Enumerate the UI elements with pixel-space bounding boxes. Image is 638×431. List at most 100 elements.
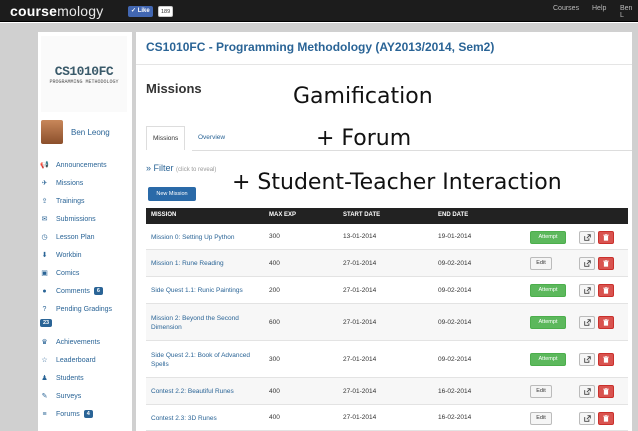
trash-icon <box>603 388 609 395</box>
attempt-button[interactable]: Attempt <box>530 353 566 366</box>
filter-toggle[interactable]: » Filter (click to reveal) <box>146 163 216 173</box>
table-row: Mission 2: Beyond the Second Dimension 60… <box>146 304 628 341</box>
new-mission-button[interactable]: New Mission <box>148 187 196 201</box>
mission-name-link[interactable]: Mission 2: Beyond the Second Dimension <box>151 314 263 332</box>
brand-logo[interactable]: coursemology <box>10 3 103 19</box>
sidebar-item-label: Forums <box>56 410 80 418</box>
sidebar-item-workbin[interactable]: ⬇ Workbin <box>40 248 130 262</box>
avatar <box>41 120 63 144</box>
sidebar-item-label: Lesson Plan <box>56 233 95 241</box>
col-end-date: END DATE <box>438 212 469 218</box>
sidebar-item-comments[interactable]: ● Comments 6 <box>40 284 130 298</box>
nav-courses[interactable]: Courses <box>553 5 579 12</box>
table-header: MISSION MAX EXP START DATE END DATE <box>146 208 628 224</box>
external-link-button[interactable] <box>579 411 595 425</box>
sidebar-item-students[interactable]: ♟ Students <box>40 371 130 385</box>
picture-icon: ▣ <box>41 270 48 277</box>
start-date-value: 27-01-2014 <box>343 259 377 267</box>
envelope-icon: ✉ <box>41 216 48 223</box>
user-profile[interactable]: Ben Leong <box>41 116 127 148</box>
external-link-button[interactable] <box>579 353 595 366</box>
external-link-button[interactable] <box>579 230 595 244</box>
table-row: Contest 2.3: 3D Runes 400 27-01-2014 16-02-… <box>146 405 628 431</box>
sidebar-item-label: Missions <box>56 179 84 187</box>
sidebar-item-lesson-plan[interactable]: ◷ Lesson Plan <box>40 230 130 244</box>
start-date-value: 27-01-2014 <box>343 387 377 395</box>
external-link-button[interactable] <box>579 316 595 329</box>
delete-button[interactable] <box>598 316 614 329</box>
external-link-icon <box>583 319 591 326</box>
pending-count-badge: 23 <box>40 319 53 327</box>
col-mission: MISSION <box>151 212 177 218</box>
trash-icon <box>603 319 609 326</box>
sidebar-item-label: Achievements <box>56 338 100 346</box>
mission-name-link[interactable]: Side Quest 1.1: Runic Paintings <box>151 286 263 295</box>
table-body: Mission 0: Setting Up Python 300 13-01-201… <box>146 224 628 431</box>
sidebar-item-pending-gradings[interactable]: ? Pending Gradings <box>40 302 130 316</box>
sidebar-item-label: Comics <box>56 269 80 277</box>
nav-user[interactable]: Ben L <box>620 5 638 19</box>
sidebar-item-label: Students <box>56 374 84 382</box>
tab-missions[interactable]: Missions <box>146 126 186 150</box>
start-date-value: 27-01-2014 <box>343 286 377 294</box>
overlay-interaction: + Student-Teacher Interaction <box>232 170 562 195</box>
users-icon: ♟ <box>41 375 48 382</box>
mission-name-link[interactable]: Contest 2.3: 3D Runes <box>151 414 263 423</box>
sidebar-item-label: Trainings <box>56 197 85 205</box>
delete-button[interactable] <box>598 353 614 366</box>
trash-icon <box>603 287 609 294</box>
facebook-like-button[interactable]: ✓ Like <box>128 6 153 17</box>
question-icon: ? <box>42 305 47 313</box>
mission-name-link[interactable]: Side Quest 2.1: Book of Advanced Spells <box>151 351 263 369</box>
top-navbar: coursemology ✓ Like 189 Courses Help Ben… <box>0 0 638 22</box>
delete-button[interactable] <box>598 385 614 398</box>
list-icon: ≡ <box>42 410 47 418</box>
attempt-button[interactable]: Attempt <box>530 316 566 329</box>
external-link-icon <box>583 388 591 395</box>
upload-icon: ⇪ <box>41 198 48 205</box>
delete-button[interactable] <box>598 411 614 425</box>
sidebar-item-surveys[interactable]: ✎ Surveys <box>40 389 130 403</box>
star-icon: ☆ <box>41 357 48 364</box>
max-exp-value: 400 <box>269 259 280 267</box>
mission-name-link[interactable]: Contest 2.2: Beautiful Runes <box>151 387 263 396</box>
nav-help[interactable]: Help <box>592 5 606 12</box>
sidebar-item-forums[interactable]: ≡ Forums 4 <box>40 407 130 421</box>
sidebar-item-label: Surveys <box>56 392 82 400</box>
sidebar-item-leaderboard[interactable]: ☆ Leaderboard <box>40 353 130 367</box>
external-link-button[interactable] <box>579 257 595 270</box>
attempt-button[interactable]: Attempt <box>530 230 566 244</box>
edit-button[interactable]: Edit <box>530 385 552 398</box>
sidebar-item-missions[interactable]: ✈ Missions <box>40 176 130 190</box>
tab-overview[interactable]: Overview <box>192 126 231 150</box>
end-date-value: 09-02-2014 <box>438 355 472 363</box>
mission-name-link[interactable]: Mission 0: Setting Up Python <box>151 233 263 242</box>
edit-button[interactable]: Edit <box>530 257 552 270</box>
comments-icon: ● <box>42 287 47 295</box>
course-title[interactable]: CS1010FC - Programming Methodology (AY20… <box>146 40 494 54</box>
delete-button[interactable] <box>598 257 614 270</box>
end-date-value: 19-01-2014 <box>438 233 472 240</box>
table-row: Mission 0: Setting Up Python 300 13-01-201… <box>146 224 628 250</box>
divider <box>136 64 632 65</box>
course-logo[interactable]: CS1010FC PROGRAMMING METHODOLOGY <box>41 36 127 112</box>
sidebar-item-achievements[interactable]: ♛ Achievements <box>40 335 130 349</box>
sidebar-item-trainings[interactable]: ⇪ Trainings <box>40 194 130 208</box>
delete-button[interactable] <box>598 284 614 297</box>
external-link-button[interactable] <box>579 385 595 398</box>
sidebar-item-comics[interactable]: ▣ Comics <box>40 266 130 280</box>
end-date-value: 16-02-2014 <box>438 387 472 395</box>
sidebar-item-submissions[interactable]: ✉ Submissions <box>40 212 130 226</box>
edit-button[interactable]: Edit <box>530 411 552 425</box>
sidebar-item-label: Submissions <box>56 215 96 223</box>
end-date-value: 16-02-2014 <box>438 414 472 421</box>
external-link-button[interactable] <box>579 284 595 297</box>
table-row: Contest 2.2: Beautiful Runes 400 27-01-201… <box>146 378 628 405</box>
trash-icon <box>603 260 609 267</box>
mission-name-link[interactable]: Mission 1: Rune Reading <box>151 259 263 268</box>
delete-button[interactable] <box>598 230 614 244</box>
sidebar-item-announcements[interactable]: 📢 Announcements <box>40 158 130 172</box>
attempt-button[interactable]: Attempt <box>530 284 566 297</box>
max-exp-value: 200 <box>269 286 280 294</box>
sidebar-item-label: Workbin <box>56 251 82 259</box>
